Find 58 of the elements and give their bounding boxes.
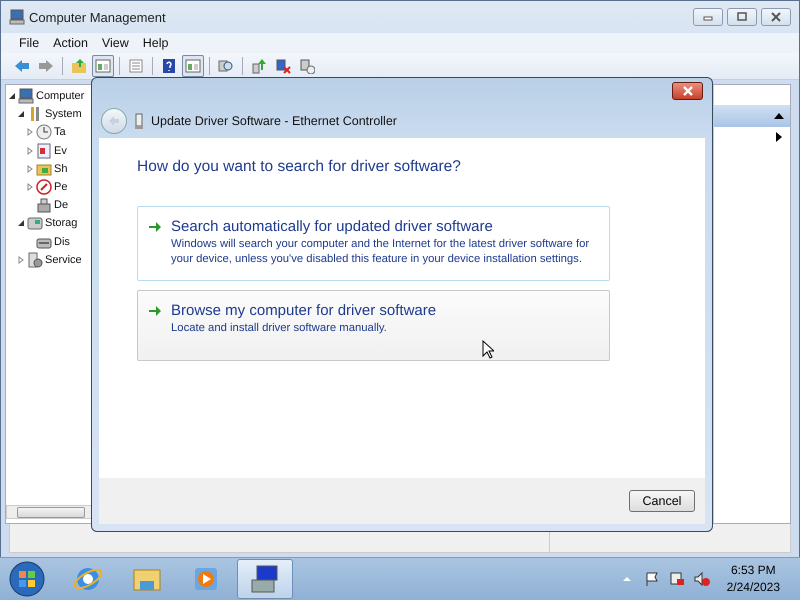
tree-item[interactable]: De	[54, 199, 68, 212]
network-adapter-icon	[135, 113, 143, 129]
close-icon	[770, 12, 782, 22]
pane-toggle-icon[interactable]	[92, 55, 114, 77]
computer-icon	[18, 88, 34, 104]
computer-management-icon[interactable]	[237, 559, 293, 599]
clock-icon	[36, 124, 52, 140]
collapsed-arrow-icon[interactable]	[26, 183, 34, 192]
arrow-icon	[148, 304, 162, 316]
close-button[interactable]	[761, 8, 791, 26]
flag-icon[interactable]	[644, 571, 660, 587]
cancel-button[interactable]: Cancel	[629, 490, 695, 512]
arrow-icon	[148, 220, 162, 232]
maximize-button[interactable]	[727, 8, 757, 26]
menu-item[interactable]: Help	[136, 36, 174, 50]
tree-item[interactable]: Ta	[54, 126, 66, 138]
close-icon	[682, 86, 694, 96]
services-icon	[27, 252, 43, 268]
tree-item[interactable]: System	[45, 108, 82, 120]
speaker-muted-icon[interactable]	[694, 571, 710, 587]
clock-time[interactable]: 6:53 PM	[730, 562, 776, 579]
device-icon	[36, 197, 52, 214]
tree-item[interactable]: Sh	[54, 162, 68, 175]
expanded-arrow-icon[interactable]	[17, 110, 25, 118]
computer-icon	[9, 9, 25, 25]
window-title: Computer Management	[29, 10, 166, 24]
close-button[interactable]	[672, 82, 703, 100]
menu-item[interactable]: Action	[47, 36, 94, 50]
clock-date[interactable]: 2/24/2023	[726, 579, 780, 596]
collapsed-arrow-icon[interactable]	[26, 128, 34, 136]
collapse-arrow-icon[interactable]	[774, 113, 784, 119]
pane-toggle-icon[interactable]	[182, 55, 204, 77]
option-link[interactable]: Browse my computer for driver software Locate and install driver software manually.	[137, 290, 610, 361]
storage-icon	[27, 215, 43, 232]
menu-item[interactable]: View	[96, 36, 135, 50]
menu-item[interactable]: File	[13, 36, 46, 50]
tree-item[interactable]: Ev	[54, 144, 67, 157]
log-icon	[36, 142, 52, 159]
expanded-arrow-icon[interactable]	[17, 219, 25, 228]
network-error-icon[interactable]	[668, 571, 685, 587]
tree-item[interactable]: Dis	[54, 236, 70, 248]
tree-item[interactable]: Service	[45, 254, 82, 266]
more-actions-arrow-icon[interactable]	[776, 132, 782, 142]
dialog-heading: How do you want to search for driver software?	[137, 158, 461, 176]
tree-item[interactable]: Computer	[36, 90, 84, 102]
collapsed-arrow-icon[interactable]	[17, 256, 25, 264]
tree-item[interactable]: Pe	[54, 181, 68, 194]
maximize-icon	[736, 12, 748, 22]
minimize-button[interactable]	[693, 8, 723, 26]
gauge-icon	[36, 179, 52, 196]
option-link[interactable]: Search automatically for updated driver software Windows will search your computer and the Internet for the latest driver software for your device, unless you've disabled this feature in your device installation settings.	[137, 206, 610, 281]
mouse-cursor-icon	[482, 340, 494, 359]
tree-item[interactable]: Storag	[45, 217, 78, 230]
dialog-title: Update Driver Software - Ethernet Controller	[151, 114, 397, 128]
expanded-arrow-icon[interactable]	[8, 92, 16, 100]
collapsed-arrow-icon[interactable]	[26, 164, 34, 173]
back-arrow-icon	[108, 115, 120, 127]
collapsed-arrow-icon[interactable]	[26, 146, 34, 155]
